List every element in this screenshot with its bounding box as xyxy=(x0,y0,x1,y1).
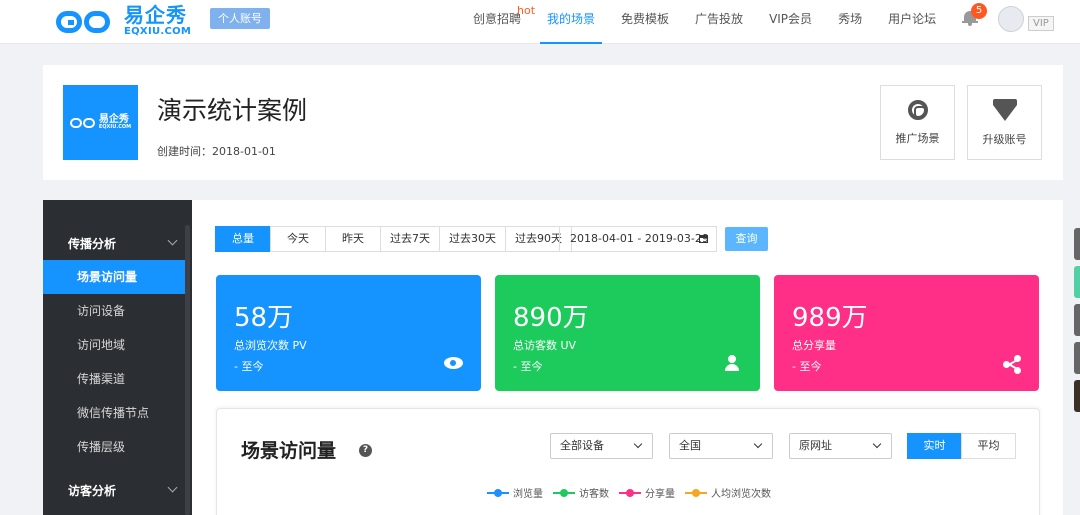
float-tab[interactable] xyxy=(1074,304,1080,336)
notification-count-badge: 5 xyxy=(971,3,987,19)
chevron-down-icon xyxy=(872,439,882,449)
sidebar-scrollbar[interactable] xyxy=(185,225,190,515)
nav-item-my-scenes[interactable]: 我的场景 xyxy=(534,0,608,44)
eqxiu-logo[interactable]: 易企秀 EQXIU.COM xyxy=(56,4,191,38)
scene-header-card: 易企秀 EQXIU.COM 演示统计案例 创建时间：2018-01-01 推广场景… xyxy=(43,65,1063,180)
diamond-icon xyxy=(992,98,1017,121)
time-range-group: 总量 今天 昨天 过去7天 过去30天 过去90天 xyxy=(215,226,572,252)
url-select[interactable]: 原网址 xyxy=(789,433,892,459)
promote-scene-button[interactable]: 推广场景 xyxy=(880,85,955,160)
sidebar-group-spread[interactable]: 传播分析 xyxy=(68,235,116,252)
range-today[interactable]: 今天 xyxy=(270,226,326,252)
legend-item-avg-views[interactable]: 人均浏览次数 xyxy=(685,485,771,500)
upgrade-account-button[interactable]: 升级账号 xyxy=(967,85,1042,160)
chevron-down-icon[interactable] xyxy=(167,235,178,246)
sidebar-item-wechat-nodes[interactable]: 微信传播节点 xyxy=(43,396,185,430)
page-title: 演示统计案例 xyxy=(157,96,308,125)
sidebar: 传播分析 场景访问量 访问设备 访问地域 传播渠道 微信传播节点 传播层级 访客… xyxy=(43,200,192,515)
thumb-logo-sub: EQXIU.COM xyxy=(98,124,132,130)
aperture-icon xyxy=(907,99,928,120)
toggle-realtime[interactable]: 实时 xyxy=(907,433,962,459)
scene-thumbnail: 易企秀 EQXIU.COM xyxy=(63,85,138,160)
float-tab[interactable] xyxy=(1074,228,1080,260)
created-date: 创建时间：2018-01-01 xyxy=(157,145,276,158)
legend-item-pageviews[interactable]: 浏览量 xyxy=(487,485,543,500)
legend-marker-icon xyxy=(487,488,509,497)
stat-since: - 至今 xyxy=(234,360,264,373)
chevron-down-icon xyxy=(633,439,643,449)
sidebar-item-devices[interactable]: 访问设备 xyxy=(43,294,185,328)
chart-legend: 浏览量 访客数 分享量 人均浏览次数 xyxy=(487,485,781,500)
account-type-badge[interactable]: 个人账号 xyxy=(210,8,270,29)
stat-label: 总分享量 xyxy=(792,339,836,352)
legend-marker-icon xyxy=(553,488,575,497)
sidebar-item-regions[interactable]: 访问地域 xyxy=(43,328,185,362)
nav-item-recruit[interactable]: 创意招聘 hot xyxy=(460,0,536,44)
stat-card-pv: 58万 总浏览次数 PV - 至今 xyxy=(216,275,481,391)
nav-item-showcase[interactable]: 秀场 xyxy=(825,0,875,44)
nav-item-vip[interactable]: VIP会员 xyxy=(756,0,825,44)
stat-card-share: 989万 总分享量 - 至今 xyxy=(774,275,1039,391)
float-tab[interactable] xyxy=(1074,266,1080,298)
stat-label: 总访客数 UV xyxy=(513,339,577,352)
sidebar-item-spread-levels[interactable]: 传播层级 xyxy=(43,430,185,464)
device-select[interactable]: 全部设备 xyxy=(550,433,653,459)
sidebar-item-channels[interactable]: 传播渠道 xyxy=(43,362,185,396)
legend-marker-icon xyxy=(619,488,641,497)
stat-since: - 至今 xyxy=(792,360,822,373)
float-tab[interactable] xyxy=(1074,380,1080,412)
vip-tag: VIP xyxy=(1028,16,1054,31)
query-button[interactable]: 查询 xyxy=(725,227,768,251)
scene-visits-chart-card: 场景访问量 ? 全部设备 全国 原网址 实时 平均 浏览量 访客数 分享量 人均… xyxy=(216,408,1040,515)
stat-value: 989万 xyxy=(792,303,868,333)
help-icon[interactable]: ? xyxy=(359,444,372,457)
main-nav: 创意招聘 hot 我的场景 免费模板 广告投放 VIP会员 秀场 用户论坛 xyxy=(460,0,949,44)
avatar[interactable] xyxy=(998,6,1024,32)
logo-text-cn: 易企秀 xyxy=(124,3,187,27)
stat-value: 58万 xyxy=(234,303,294,333)
stat-since: - 至今 xyxy=(513,360,543,373)
toggle-average[interactable]: 平均 xyxy=(961,433,1016,459)
legend-item-shares[interactable]: 分享量 xyxy=(619,485,675,500)
user-icon xyxy=(724,355,740,371)
chevron-down-icon xyxy=(753,439,763,449)
nav-item-free-templates[interactable]: 免费模板 xyxy=(608,0,682,44)
date-range-value: 2018-04-01 - 2019-03-29 xyxy=(570,232,709,245)
upgrade-account-label: 升级账号 xyxy=(982,132,1027,146)
legend-marker-icon xyxy=(685,488,707,497)
mode-toggle: 实时 平均 xyxy=(907,433,1016,459)
stat-value: 890万 xyxy=(513,303,589,333)
chart-title: 场景访问量 xyxy=(241,440,337,462)
region-select[interactable]: 全国 xyxy=(669,433,773,459)
range-total[interactable]: 总量 xyxy=(215,226,271,252)
chevron-down-icon[interactable] xyxy=(167,482,178,493)
stat-label: 总浏览次数 PV xyxy=(234,339,307,352)
stat-card-uv: 890万 总访客数 UV - 至今 xyxy=(495,275,760,391)
logo-text-en: EQXIU.COM xyxy=(124,26,192,37)
main-panel: 总量 今天 昨天 过去7天 过去30天 过去90天 2018-04-01 - 2… xyxy=(192,200,1063,515)
float-tab[interactable] xyxy=(1074,342,1080,374)
top-navbar: 易企秀 EQXIU.COM 个人账号 创意招聘 hot 我的场景 免费模板 广告… xyxy=(0,0,1080,44)
logo-mark-icon xyxy=(56,7,120,35)
share-icon xyxy=(1003,355,1021,374)
date-range-picker[interactable]: 2018-04-01 - 2019-03-29 xyxy=(559,226,717,252)
nav-item-forum[interactable]: 用户论坛 xyxy=(875,0,949,44)
eye-icon xyxy=(444,357,463,369)
range-7-days[interactable]: 过去7天 xyxy=(380,226,440,252)
calendar-icon xyxy=(699,235,708,243)
nav-item-advertising[interactable]: 广告投放 xyxy=(682,0,756,44)
legend-item-visitors[interactable]: 访客数 xyxy=(553,485,609,500)
sidebar-group-visitors[interactable]: 访客分析 xyxy=(68,482,116,499)
range-yesterday[interactable]: 昨天 xyxy=(325,226,381,252)
range-30-days[interactable]: 过去30天 xyxy=(439,226,506,252)
promote-scene-label: 推广场景 xyxy=(895,131,940,145)
sidebar-item-scene-visits[interactable]: 场景访问量 xyxy=(43,260,185,294)
hot-badge: hot xyxy=(517,4,536,17)
